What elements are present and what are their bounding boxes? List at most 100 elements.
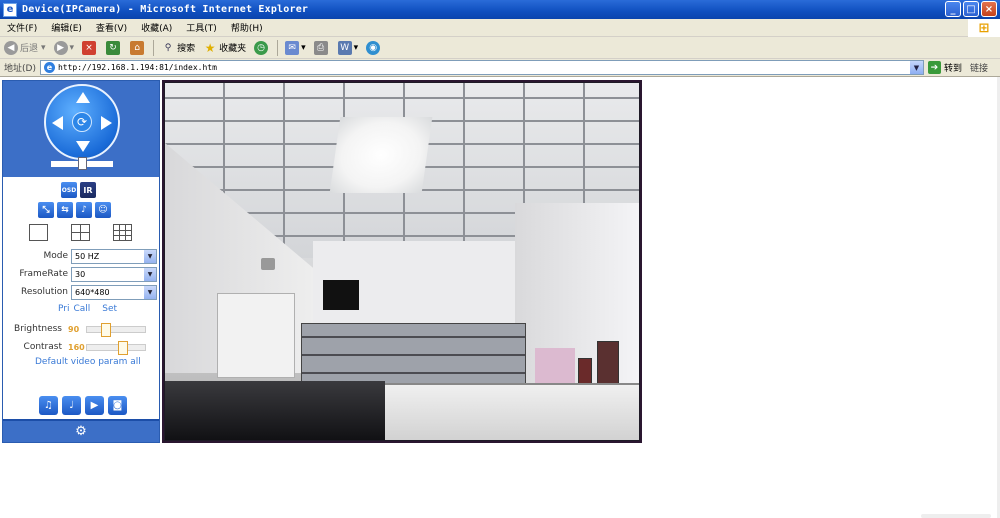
pan-right-icon[interactable] [101, 116, 112, 130]
address-dropdown-icon[interactable]: ▼ [909, 61, 923, 74]
go-arrow-icon: ➔ [927, 61, 941, 74]
nine-view-icon[interactable] [113, 224, 132, 241]
menu-tools[interactable]: 工具(T) [179, 21, 224, 34]
links-button[interactable]: 链接 [970, 61, 988, 74]
dropdown-icon: ▾ [69, 42, 75, 53]
mode-row: Mode 50 HZ ▼ [3, 248, 159, 264]
horizontal-patrol-icon[interactable]: ⇆ [57, 202, 73, 218]
osd-ir-row: OSD IR [61, 182, 99, 198]
mode-label: Mode [43, 251, 68, 261]
toolbar-separator [153, 39, 155, 56]
single-view-icon[interactable] [29, 224, 48, 241]
refresh-icon: ↻ [106, 40, 121, 55]
print-button[interactable]: ⎙ [310, 40, 334, 55]
poster-scene [597, 341, 619, 385]
settings-bar: ⚙ [3, 419, 159, 442]
stop-button[interactable]: × [78, 40, 102, 55]
framerate-label: FrameRate [19, 269, 68, 279]
page-content: ⟳ OSD IR ⤡ ⇆ ♪ ☺ Mode 50 HZ ▼ FrameRate … [0, 77, 1000, 518]
close-button[interactable]: × [981, 1, 997, 17]
resolution-label: Resolution [20, 287, 68, 297]
monitor-scene [323, 280, 359, 310]
print-icon: ⎙ [313, 40, 328, 55]
headphones-icon[interactable]: ♫ [39, 396, 58, 415]
cruise-center-icon[interactable]: ⟳ [72, 112, 92, 132]
alarm-bell-icon[interactable]: ♪ [76, 202, 92, 218]
preset-row: Pri Call Set [58, 304, 117, 314]
contrast-slider[interactable] [86, 340, 146, 355]
search-button[interactable]: ⚲ 搜索 [157, 41, 199, 55]
resolution-select[interactable]: 640*480 ▼ [71, 284, 157, 300]
resolution-value: 640*480 [75, 287, 110, 297]
address-url: http://192.168.1.194:81/index.htm [57, 63, 217, 72]
go-label: 转到 [943, 64, 962, 74]
toolbar: ◀ 后退 ▾ ▶ ▾ × ↻ ⌂ ⚲ 搜索 ★ 收藏夹 ◷ ✉ ▾ ⎙ W ▾ ◉ [0, 37, 1000, 59]
chevron-down-icon: ▼ [144, 267, 156, 281]
favorites-label: 收藏夹 [219, 44, 247, 54]
control-panel: ⟳ OSD IR ⤡ ⇆ ♪ ☺ Mode 50 HZ ▼ FrameRate … [2, 80, 160, 443]
mode-value: 50 HZ [75, 251, 100, 261]
right-wall-scene [515, 203, 639, 393]
ir-button[interactable]: IR [80, 182, 96, 198]
address-label: 地址(D) [4, 64, 36, 74]
preset-pri-label: Pri [58, 304, 70, 314]
mode-select[interactable]: 50 HZ ▼ [71, 248, 157, 264]
horizontal-scrollbar[interactable] [921, 514, 991, 518]
osd-button[interactable]: OSD [61, 182, 77, 198]
quad-view-icon[interactable] [71, 224, 90, 241]
framerate-select[interactable]: 30 ▼ [71, 266, 157, 282]
pan-left-icon[interactable] [52, 116, 63, 130]
forward-button[interactable]: ▶ ▾ [50, 40, 79, 55]
user-icon[interactable]: ☺ [95, 202, 111, 218]
contrast-thumb[interactable] [118, 340, 128, 355]
menu-bar: 文件(F) 编辑(E) 查看(V) 收藏(A) 工具(T) 帮助(H) [0, 19, 1000, 37]
window-title: Device(IPCamera) - Microsoft Internet Ex… [22, 4, 309, 15]
address-input[interactable]: e http://192.168.1.194:81/index.htm ▼ [39, 60, 924, 75]
refresh-button[interactable]: ↻ [102, 40, 126, 55]
search-icon: ⚲ [164, 42, 172, 53]
messenger-button[interactable]: ◉ [362, 40, 386, 55]
history-button[interactable]: ◷ [250, 40, 274, 55]
pan-down-icon[interactable] [76, 141, 90, 152]
brightness-thumb[interactable] [101, 322, 111, 337]
ptz-speed-thumb[interactable] [78, 157, 87, 170]
page-icon: e [43, 62, 55, 73]
framerate-value: 30 [75, 269, 86, 279]
contrast-row: Contrast 160 [0, 340, 154, 355]
ceiling-light [329, 117, 433, 193]
preset-set-link[interactable]: Set [102, 304, 117, 314]
menu-help[interactable]: 帮助(H) [224, 21, 270, 34]
go-button[interactable]: ➔ 转到 [927, 61, 962, 74]
home-icon: ⌂ [130, 40, 145, 55]
menu-favorites[interactable]: 收藏(A) [134, 21, 179, 34]
mail-button[interactable]: ✉ ▾ [281, 40, 310, 55]
record-video-icon[interactable]: ▶ [85, 396, 104, 415]
back-button[interactable]: ◀ 后退 ▾ [0, 40, 50, 55]
menu-edit[interactable]: 编辑(E) [44, 21, 89, 34]
microphone-icon[interactable]: ♩ [62, 396, 81, 415]
vertical-patrol-icon[interactable]: ⤡ [38, 202, 54, 218]
menu-view[interactable]: 查看(V) [89, 21, 134, 34]
star-icon: ★ [204, 40, 216, 55]
ptz-control: ⟳ [3, 81, 159, 177]
favorites-button[interactable]: ★ 收藏夹 [199, 41, 250, 55]
door-scene [217, 293, 295, 378]
preset-call-link[interactable]: Call [73, 304, 90, 314]
snapshot-camera-icon[interactable]: ◙ [108, 396, 127, 415]
camera-video-feed[interactable] [162, 80, 642, 443]
search-label: 搜索 [177, 44, 196, 54]
gear-icon[interactable]: ⚙ [75, 424, 87, 439]
menu-file[interactable]: 文件(F) [0, 21, 44, 34]
brightness-slider[interactable] [86, 322, 146, 337]
mail-icon: ✉ [285, 40, 300, 55]
home-button[interactable]: ⌂ [126, 40, 150, 55]
media-controls: ♫ ♩ ▶ ◙ [39, 396, 131, 415]
minimize-button[interactable]: _ [945, 1, 961, 17]
pan-up-icon[interactable] [76, 92, 90, 103]
maximize-button[interactable]: □ [963, 1, 979, 17]
back-arrow-icon: ◀ [4, 40, 18, 55]
dropdown-icon: ▾ [353, 42, 359, 53]
default-params-link[interactable]: Default video param all [35, 357, 141, 367]
windows-logo-icon: ⊞ [968, 19, 1000, 37]
edit-button[interactable]: W ▾ [334, 40, 363, 55]
